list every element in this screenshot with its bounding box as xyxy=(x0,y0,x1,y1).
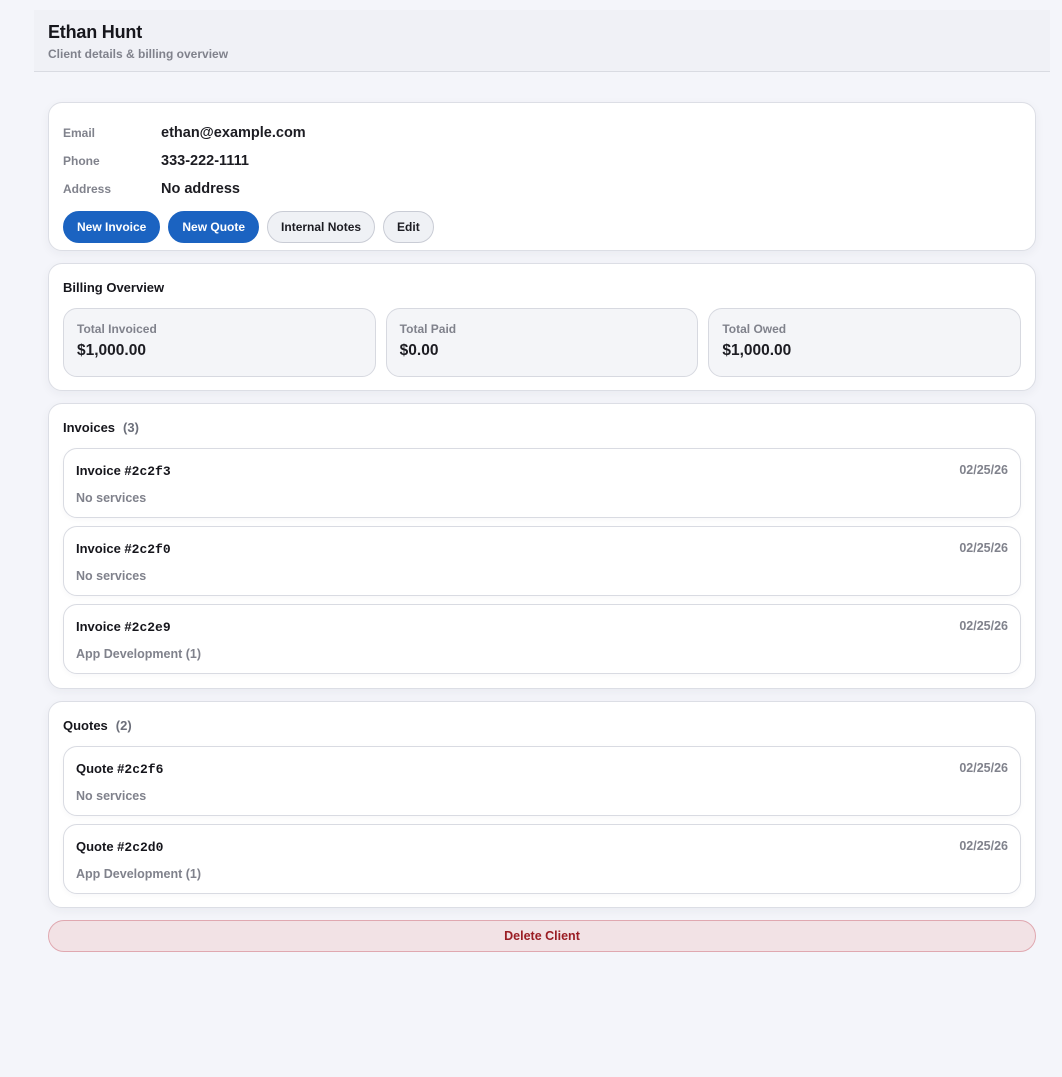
client-detail-page: Ethan Hunt Client details & billing over… xyxy=(0,0,1062,1077)
quote-title: Quote #2c2f6 xyxy=(76,761,1008,777)
quote-prefix: Quote # xyxy=(76,761,125,776)
page-subtitle: Client details & billing overview xyxy=(48,47,229,61)
quote-id: 2c2d0 xyxy=(124,840,164,855)
invoice-title: Invoice #2c2f3 xyxy=(76,463,1008,479)
invoice-prefix: Invoice # xyxy=(76,619,132,634)
billing-overview-card: Billing Overview Total Invoiced $1,000.0… xyxy=(48,263,1036,391)
quote-title: Quote #2c2d0 xyxy=(76,839,1008,855)
invoice-prefix: Invoice # xyxy=(76,541,132,556)
quote-id: 2c2f6 xyxy=(124,762,164,777)
quote-item[interactable]: Quote #2c2f6 02/25/26 No services xyxy=(63,746,1021,816)
total-owed-stat: Total Owed $1,000.00 xyxy=(708,308,1022,377)
invoice-prefix: Invoice # xyxy=(76,463,132,478)
invoice-list: Invoice #2c2f3 02/25/26 No services Invo… xyxy=(63,448,1021,674)
invoice-date: 02/25/26 xyxy=(959,619,1008,633)
delete-client-button[interactable]: Delete Client xyxy=(48,920,1036,952)
address-value: No address xyxy=(161,181,240,197)
page-header: Ethan Hunt Client details & billing over… xyxy=(34,10,1050,72)
stat-value: $0.00 xyxy=(399,342,439,359)
quote-services: No services xyxy=(76,789,147,803)
phone-row: Phone 333-222-1111 xyxy=(63,147,1021,175)
invoice-id: 2c2f0 xyxy=(131,542,171,557)
phone-value: 333-222-1111 xyxy=(161,153,249,169)
billing-stats: Total Invoiced $1,000.00 Total Paid $0.0… xyxy=(63,308,1022,377)
invoice-date: 02/25/26 xyxy=(959,463,1008,477)
email-value: ethan@example.com xyxy=(161,125,306,141)
quote-services: App Development (1) xyxy=(76,867,202,881)
invoice-item[interactable]: Invoice #2c2e9 02/25/26 App Development … xyxy=(63,604,1021,674)
invoices-count: (3) xyxy=(123,420,139,435)
internal-notes-button[interactable]: Internal Notes xyxy=(267,211,376,243)
quotes-title: Quotes xyxy=(63,718,108,733)
invoice-services: App Development (1) xyxy=(76,647,202,661)
stat-value: $1,000.00 xyxy=(77,342,146,359)
stat-label: Total Invoiced xyxy=(77,322,157,336)
new-quote-button[interactable]: New Quote xyxy=(168,211,260,243)
quotes-heading: Quotes (2) xyxy=(63,718,1021,733)
client-actions: New Invoice New Quote Internal Notes Edi… xyxy=(63,211,1021,243)
invoice-id: 2c2f3 xyxy=(131,464,171,479)
contact-card: Email ethan@example.com Phone 333-222-11… xyxy=(48,102,1036,251)
invoice-item[interactable]: Invoice #2c2f0 02/25/26 No services xyxy=(63,526,1021,596)
email-label: Email xyxy=(63,126,96,140)
invoice-title: Invoice #2c2e9 xyxy=(76,619,1008,635)
invoice-item[interactable]: Invoice #2c2f3 02/25/26 No services xyxy=(63,448,1021,518)
invoice-services: No services xyxy=(76,569,147,583)
billing-overview-title: Billing Overview xyxy=(63,280,165,295)
stat-value: $1,000.00 xyxy=(722,342,792,359)
edit-button[interactable]: Edit xyxy=(383,211,434,243)
address-row: Address No address xyxy=(63,175,1021,203)
invoice-id: 2c2e9 xyxy=(131,620,171,635)
email-row: Email ethan@example.com xyxy=(63,119,1021,147)
quote-prefix: Quote # xyxy=(76,839,125,854)
phone-label: Phone xyxy=(63,154,100,168)
invoices-title: Invoices xyxy=(63,420,116,435)
address-label: Address xyxy=(63,182,112,196)
quotes-count: (2) xyxy=(115,718,132,733)
stat-label: Total Owed xyxy=(722,322,787,336)
invoice-title: Invoice #2c2f0 xyxy=(76,541,1008,557)
invoice-services: No services xyxy=(76,491,147,505)
new-invoice-button[interactable]: New Invoice xyxy=(63,211,161,243)
invoices-card: Invoices (3) Invoice #2c2f3 02/25/26 No s… xyxy=(48,403,1036,689)
quote-list: Quote #2c2f6 02/25/26 No services Quote … xyxy=(63,746,1021,894)
quotes-card: Quotes (2) Quote #2c2f6 02/25/26 No servi… xyxy=(48,701,1036,908)
invoice-date: 02/25/26 xyxy=(959,541,1008,555)
stat-label: Total Paid xyxy=(399,322,457,336)
quote-date: 02/25/26 xyxy=(959,761,1008,775)
total-invoiced-stat: Total Invoiced $1,000.00 xyxy=(63,308,376,377)
quote-item[interactable]: Quote #2c2d0 02/25/26 App Development (1… xyxy=(63,824,1021,894)
total-paid-stat: Total Paid $0.00 xyxy=(385,308,699,377)
invoices-heading: Invoices (3) xyxy=(63,420,1021,435)
page-title: Ethan Hunt xyxy=(48,22,142,42)
quote-date: 02/25/26 xyxy=(959,839,1008,853)
